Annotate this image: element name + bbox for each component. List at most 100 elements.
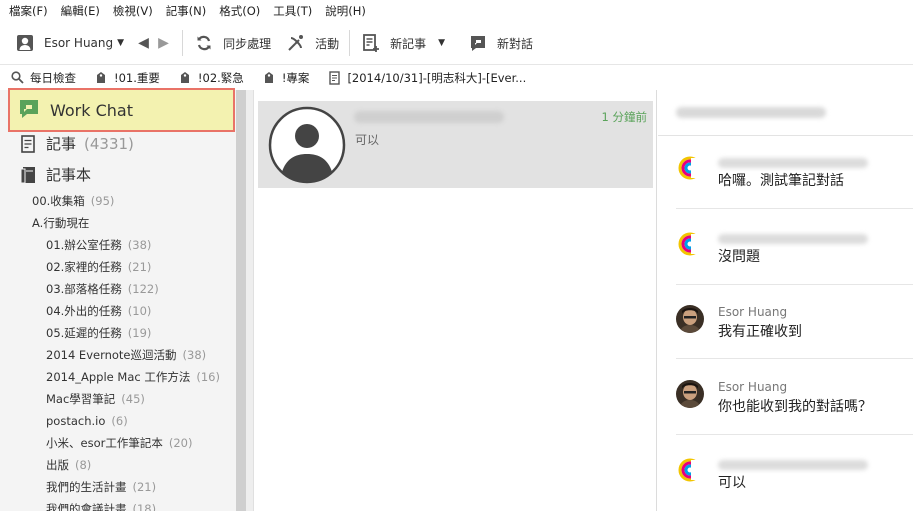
sidebar-item-notebook[interactable]: A.行動現在 bbox=[0, 212, 236, 234]
sidebar-item-work-chat[interactable]: Work Chat bbox=[8, 88, 235, 132]
message-divider bbox=[676, 284, 913, 285]
sidebar: 記事 (4331) 記事本 00.收集箱 (95) A.行動現在 01.辦公室任務 (3… bbox=[0, 90, 236, 511]
message-divider bbox=[676, 358, 913, 359]
notebook-label: 出版 bbox=[46, 458, 69, 472]
notebook-label: 02.家裡的任務 bbox=[46, 260, 122, 274]
sender-name: Esor Huang bbox=[718, 380, 788, 394]
notes-label: 記事 bbox=[46, 135, 77, 153]
activity-label: 活動 bbox=[315, 36, 340, 51]
new-note-dropdown-icon[interactable]: ▼ bbox=[438, 38, 445, 48]
notebook-label: A.行動現在 bbox=[32, 216, 90, 230]
shortcut-urgent[interactable]: !02.緊急 bbox=[178, 70, 244, 86]
notebook-count: (8) bbox=[75, 458, 92, 472]
sync-icon bbox=[193, 32, 215, 54]
sync-button[interactable]: 同步處理 bbox=[193, 22, 271, 64]
menu-note[interactable]: 記事(N) bbox=[166, 3, 207, 19]
shortcut-label: [2014/10/31]-[明志科大]-[Ever... bbox=[347, 70, 527, 85]
sync-label: 同步處理 bbox=[223, 36, 272, 51]
account-button[interactable]: Esor Huang ▼ bbox=[14, 22, 124, 64]
sidebar-item-notebook[interactable]: 05.延遲的任務 (19) bbox=[0, 322, 236, 344]
new-chat-label: 新對話 bbox=[497, 36, 534, 51]
sender-redacted bbox=[718, 158, 868, 168]
sidebar-item-notebook[interactable]: Mac學習筆記 (45) bbox=[0, 388, 236, 410]
notebook-count: (19) bbox=[127, 326, 152, 340]
sidebar-item-notebook[interactable]: 我們的會議計畫 (18) bbox=[0, 498, 236, 511]
menu-edit[interactable]: 編輯(E) bbox=[61, 3, 100, 19]
notebook-label: postach.io bbox=[46, 414, 106, 428]
sidebar-item-notebook[interactable]: 02.家裡的任務 (21) bbox=[0, 256, 236, 278]
menu-format[interactable]: 格式(O) bbox=[219, 3, 260, 19]
notebook-tree: 00.收集箱 (95) A.行動現在 01.辦公室任務 (38) 02.家裡的任務 (21)… bbox=[0, 190, 236, 511]
sidebar-item-notebooks[interactable]: 記事本 bbox=[18, 164, 91, 185]
notebook-label: 2014 Evernote巡迴活動 bbox=[46, 348, 177, 362]
sidebar-item-notes[interactable]: 記事 (4331) bbox=[18, 133, 134, 154]
notebook-label: 01.辦公室任務 bbox=[46, 238, 122, 252]
shortcut-project[interactable]: !專案 bbox=[262, 70, 310, 86]
notebook-count: (95) bbox=[90, 194, 115, 208]
notebook-icon bbox=[18, 165, 38, 185]
message-divider bbox=[676, 434, 913, 435]
note-icon bbox=[18, 134, 38, 154]
menu-file[interactable]: 檔案(F) bbox=[9, 3, 48, 19]
note-list: 可以 1 分鐘前 bbox=[255, 90, 657, 511]
notebook-label: 03.部落格任務 bbox=[46, 282, 122, 296]
shortcut-label: 每日檢查 bbox=[30, 70, 76, 85]
chat-pane: 哈囉。測試筆記對話 沒問題 Esor Huang 我有正確收到 Esor Hua… bbox=[658, 90, 913, 511]
evernote-avatar-icon bbox=[676, 154, 704, 182]
forward-arrow-icon[interactable]: ▶ bbox=[158, 22, 172, 64]
notebook-count: (38) bbox=[182, 348, 207, 362]
menu-tools[interactable]: 工具(T) bbox=[273, 3, 312, 19]
shortcut-label: !01.重要 bbox=[114, 70, 160, 85]
sidebar-item-notebook[interactable]: 出版 (8) bbox=[0, 454, 236, 476]
satellite-icon bbox=[285, 32, 307, 54]
work-chat-label: Work Chat bbox=[50, 100, 133, 120]
sidebar-item-notebook[interactable]: 04.外出的任務 (10) bbox=[0, 300, 236, 322]
account-name: Esor Huang bbox=[44, 36, 114, 50]
notebook-count: (21) bbox=[132, 480, 157, 494]
toolbar-divider bbox=[182, 30, 184, 56]
message-text: 沒問題 bbox=[718, 249, 760, 265]
notebook-count: (6) bbox=[111, 414, 128, 428]
sidebar-item-notebook[interactable]: 小米、esor工作筆記本 (20) bbox=[0, 432, 236, 454]
message-text: 你也能收到我的對話嗎？ bbox=[718, 399, 872, 415]
shortcut-label: !專案 bbox=[281, 70, 310, 85]
menu-view[interactable]: 檢視(V) bbox=[113, 3, 153, 19]
sidebar-item-notebook[interactable]: 我們的生活計畫 (21) bbox=[0, 476, 236, 498]
sidebar-item-notebook[interactable]: 2014_Apple Mac 工作方法 (16) bbox=[0, 366, 236, 388]
new-chat-button[interactable]: 新對話 bbox=[467, 22, 533, 64]
activity-button[interactable]: 活動 bbox=[285, 22, 339, 64]
notebook-count: (21) bbox=[127, 260, 152, 274]
sidebar-item-notebook[interactable]: 2014 Evernote巡迴活動 (38) bbox=[0, 344, 236, 366]
sidebar-item-notebook[interactable]: postach.io (6) bbox=[0, 410, 236, 432]
back-arrow-icon[interactable]: ◀ bbox=[138, 22, 152, 64]
new-note-button[interactable]: 新記事 ▼ bbox=[360, 22, 445, 64]
search-icon bbox=[10, 71, 24, 85]
menu-help[interactable]: 說明(H) bbox=[325, 3, 366, 19]
shortcut-note[interactable]: [2014/10/31]-[明志科大]-[Ever... bbox=[327, 70, 526, 86]
message-text: 我有正確收到 bbox=[718, 324, 802, 340]
message-text: 哈囉。測試筆記對話 bbox=[718, 173, 844, 189]
user-photo-avatar bbox=[676, 305, 704, 333]
shortcut-daily-check[interactable]: 每日檢查 bbox=[10, 70, 76, 86]
notebook-label: 04.外出的任務 bbox=[46, 304, 122, 318]
chat-icon bbox=[467, 32, 489, 54]
notebook-label: 00.收集箱 bbox=[32, 194, 85, 208]
notebook-label: 我們的會議計畫 bbox=[46, 502, 127, 511]
notebook-label: 2014_Apple Mac 工作方法 bbox=[46, 370, 191, 384]
chat-preview: 可以 bbox=[355, 133, 380, 147]
sidebar-scrollbar[interactable] bbox=[236, 90, 246, 511]
chat-header-redacted bbox=[676, 107, 826, 118]
shortcut-important[interactable]: !01.重要 bbox=[94, 70, 160, 86]
sidebar-item-notebook[interactable]: 01.辦公室任務 (38) bbox=[0, 234, 236, 256]
sender-name: Esor Huang bbox=[718, 305, 788, 319]
new-note-icon bbox=[360, 32, 382, 54]
sidebar-item-notebook[interactable]: 03.部落格任務 (122) bbox=[0, 278, 236, 300]
notebook-count: (20) bbox=[168, 436, 193, 450]
sidebar-item-notebook[interactable]: 00.收集箱 (95) bbox=[0, 190, 236, 212]
chat-list-item[interactable]: 可以 1 分鐘前 bbox=[258, 101, 653, 188]
notebooks-label: 記事本 bbox=[46, 166, 92, 184]
chat-title-redacted bbox=[354, 111, 504, 123]
default-avatar-icon bbox=[268, 106, 346, 184]
shortcuts-bar: 每日檢查 !01.重要 !02.緊急 !專案 [2014/10/31]-[明志科… bbox=[0, 64, 913, 90]
pane-divider[interactable] bbox=[246, 90, 254, 511]
